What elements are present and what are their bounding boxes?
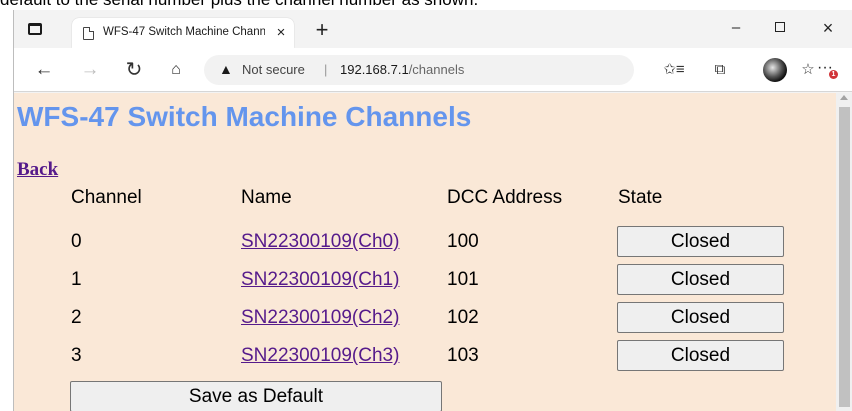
document-caption: default to the serial number plus the ch… (0, 0, 852, 10)
column-header-dcc-address: DCC Address (447, 187, 563, 208)
warning-icon[interactable]: ▲ (219, 61, 235, 77)
browser-window: WFS-47 Switch Machine Channels × + – × ←… (13, 10, 852, 411)
page-favicon-icon (83, 26, 95, 40)
state-toggle-button[interactable]: Closed (617, 302, 784, 333)
forward-arrow-icon[interactable]: → (77, 57, 103, 83)
url-separator: | (324, 62, 328, 77)
channel-number: 3 (71, 345, 82, 366)
state-toggle-button[interactable]: Closed (617, 264, 784, 295)
table-row: 2 SN22300109(Ch2) 102 Closed (14, 299, 814, 335)
scroll-up-arrow-icon[interactable] (840, 95, 848, 100)
channel-name-link[interactable]: SN22300109(Ch2) (241, 307, 399, 329)
reload-icon[interactable]: ↻ (121, 57, 147, 83)
tab-active[interactable]: WFS-47 Switch Machine Channels × (72, 18, 294, 48)
channel-number: 0 (71, 231, 82, 252)
home-icon[interactable]: ⌂ (163, 57, 189, 83)
page-title: WFS-47 Switch Machine Channels (17, 101, 472, 132)
minimize-button[interactable]: – (715, 16, 757, 40)
back-arrow-icon[interactable]: ← (31, 57, 57, 83)
save-as-default-button[interactable]: Save as Default (70, 381, 442, 411)
maximize-icon (775, 22, 785, 32)
channel-name-link[interactable]: SN22300109(Ch1) (241, 269, 399, 291)
tab-title: WFS-47 Switch Machine Channels (103, 26, 265, 38)
notification-badge: 1 (829, 70, 838, 79)
state-toggle-button[interactable]: Closed (617, 226, 784, 257)
security-label[interactable]: Not secure (242, 62, 305, 77)
favorites-icon[interactable]: ✩≡ (660, 57, 688, 83)
collections-icon[interactable]: ⧉ (706, 57, 734, 83)
dcc-address: 103 (447, 345, 479, 366)
back-link[interactable]: Back (17, 159, 58, 181)
state-toggle-button[interactable]: Closed (617, 340, 784, 371)
url-path: /channels (408, 62, 465, 77)
channel-number: 1 (71, 269, 82, 290)
tab-actions-icon[interactable] (28, 23, 42, 35)
address-toolbar: ← → ↻ ⌂ ▲ Not secure | 192.168.7.1/chann… (14, 48, 852, 92)
scrollbar-thumb[interactable] (839, 107, 850, 407)
new-tab-button[interactable]: + (310, 19, 334, 42)
close-window-button[interactable]: × (807, 16, 849, 40)
tab-strip: WFS-47 Switch Machine Channels × + – × (14, 10, 852, 48)
dcc-address: 102 (447, 307, 479, 328)
vertical-scrollbar[interactable] (836, 93, 852, 411)
maximize-button[interactable] (759, 16, 801, 40)
dcc-address: 100 (447, 231, 479, 252)
dcc-address: 101 (447, 269, 479, 290)
url-host: 192.168.7.1 (340, 62, 409, 77)
tab-close-icon[interactable]: × (273, 24, 289, 42)
table-row: 3 SN22300109(Ch3) 103 Closed (14, 337, 814, 373)
table-row: 1 SN22300109(Ch1) 101 Closed (14, 261, 814, 297)
channel-name-link[interactable]: SN22300109(Ch0) (241, 231, 399, 253)
column-header-channel: Channel (71, 187, 142, 208)
channel-number: 2 (71, 307, 82, 328)
page-viewport: WFS-47 Switch Machine Channels Back Chan… (14, 93, 836, 411)
column-header-state: State (618, 187, 663, 208)
url-text[interactable]: 192.168.7.1/channels (340, 62, 464, 77)
address-bar[interactable]: ▲ Not secure | 192.168.7.1/channels ☆ (204, 55, 815, 85)
table-row: 0 SN22300109(Ch0) 100 Closed (14, 223, 814, 259)
column-header-name: Name (241, 187, 292, 208)
channel-name-link[interactable]: SN22300109(Ch3) (241, 345, 399, 367)
profile-avatar[interactable] (763, 58, 787, 82)
